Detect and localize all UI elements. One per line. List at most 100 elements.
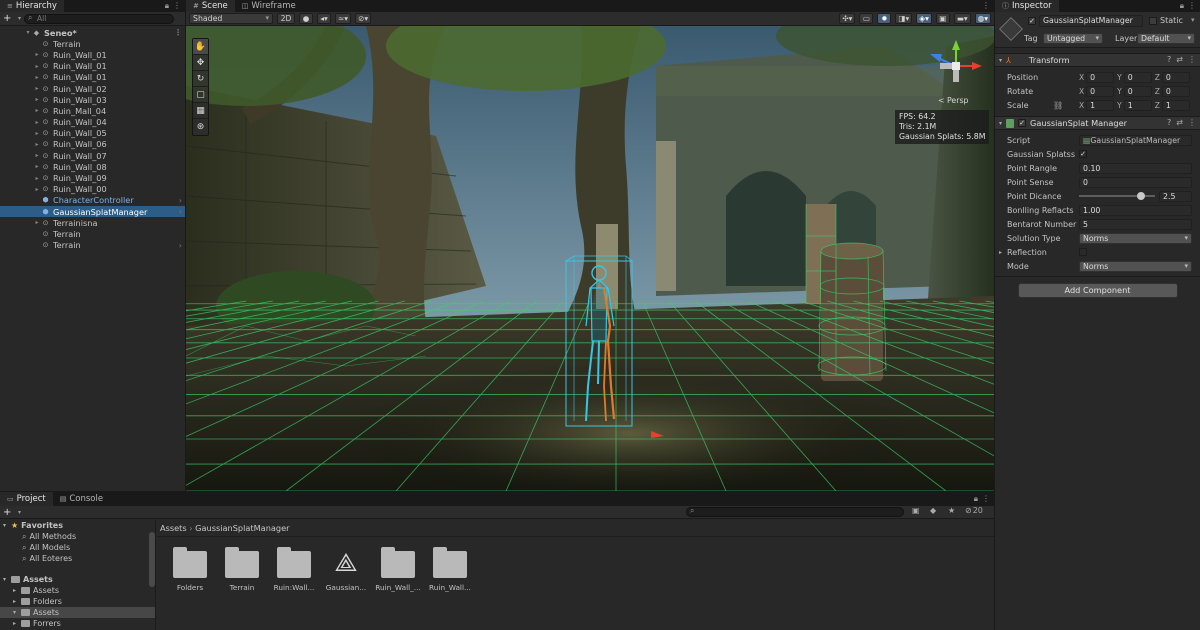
preset-icon[interactable]: ⇄ (1176, 118, 1183, 127)
lock-icon[interactable]: 🔒︎ (165, 0, 169, 12)
asset-tile[interactable]: Ruin_Wall_... (373, 547, 423, 592)
mode-dropdown[interactable]: Norms (1079, 260, 1192, 272)
transform-x-field[interactable]: 1 (1086, 99, 1115, 111)
kebab-menu-icon[interactable]: ⋮ (1188, 0, 1196, 12)
preset-icon[interactable]: ⇄ (1176, 55, 1183, 64)
hierarchy-search-input[interactable]: All (24, 13, 175, 24)
breadcrumb-current[interactable]: GaussianSplatManager (195, 523, 289, 533)
foldout-arrow-icon[interactable]: ▾ (3, 522, 11, 529)
chevron-right-icon[interactable]: › (179, 207, 182, 216)
transform-z-field[interactable]: 1 (1161, 99, 1190, 111)
tab-hierarchy[interactable]: ≡ Hierarchy (0, 0, 64, 12)
hand-tool-icon[interactable]: ✋ (193, 39, 208, 55)
static-checkbox[interactable] (1149, 17, 1157, 25)
hierarchy-item[interactable]: ▸ ⊙ Ruin_Wall_06 (0, 139, 185, 150)
hierarchy-item[interactable]: ⊙ Terrain (0, 228, 185, 239)
kebab-menu-icon[interactable]: ⋮ (982, 492, 990, 506)
point-distance-field[interactable]: 2.5 (1159, 190, 1192, 202)
gaussian-splat-header[interactable]: ▾ ✓ GaussianSplat Manager ? ⇄ ⋮ (995, 116, 1200, 130)
asset-tile[interactable]: Ruin_Wall... (425, 547, 475, 592)
kebab-menu-icon[interactable]: ⋮ (1188, 118, 1196, 127)
favorite-item[interactable]: ⌕ All Methods (0, 531, 155, 542)
active-checkbox[interactable]: ✓ (1028, 17, 1036, 25)
rect-tool-icon[interactable]: ▢ (193, 87, 208, 103)
asset-tile[interactable]: Terrain (217, 547, 267, 592)
foldout-arrow-icon[interactable]: ▸ (33, 152, 41, 159)
asset-tile[interactable]: Folders (165, 547, 215, 592)
lock-icon[interactable]: 🔒︎ (974, 492, 978, 506)
hidden-objects-button[interactable]: ⊘▾ (355, 13, 372, 24)
component-enabled-checkbox[interactable]: ✓ (1018, 119, 1027, 127)
hierarchy-item[interactable]: ▸ ⊙ Ruin_Wall_02 (0, 83, 185, 94)
project-search-input[interactable] (686, 507, 904, 517)
assets-root-row[interactable]: ▾ Assets (0, 574, 155, 585)
hierarchy-item[interactable]: ▸ ⊙ Ruin_Wall_05 (0, 128, 185, 139)
hierarchy-item[interactable]: ▸ ⊙ Ruin_Wall_01 (0, 72, 185, 83)
foldout-arrow-icon[interactable]: ▸ (13, 587, 21, 594)
foldout-arrow-icon[interactable]: ▸ (33, 141, 41, 148)
favorite-item[interactable]: ⌕ All Models (0, 542, 155, 553)
foldout-arrow-icon[interactable]: ▸ (33, 63, 41, 70)
solution-type-dropdown[interactable]: Norms (1079, 232, 1192, 244)
scene-camera-button[interactable]: ▣ (935, 13, 950, 24)
asset-tile[interactable]: Ruin:Wall... (269, 547, 319, 592)
foldout-arrow-icon[interactable]: ▾ (13, 609, 21, 616)
tab-project[interactable]: ▭ Project (0, 492, 53, 506)
foldout-arrow-icon[interactable]: ▾ (24, 29, 32, 36)
hierarchy-item[interactable]: ▸ ⊙ Ruin_Wall_01 (0, 61, 185, 72)
bonding-field[interactable]: 1.00 (1079, 204, 1192, 216)
breadcrumb-assets[interactable]: Assets (160, 523, 187, 533)
reflection-checkbox[interactable] (1079, 248, 1087, 256)
transform-y-field[interactable]: 0 (1123, 85, 1152, 97)
foldout-arrow-icon[interactable]: ▸ (33, 74, 41, 81)
object-name-field[interactable]: GaussianSplatManager (1039, 15, 1143, 27)
toggle-2d-button[interactable]: 2D (277, 13, 295, 24)
camera-button[interactable]: ▭ (859, 13, 874, 24)
point-distance-slider[interactable] (1079, 191, 1155, 201)
transform-y-field[interactable]: 1 (1123, 99, 1152, 111)
transform-z-field[interactable]: 0 (1161, 71, 1190, 83)
gizmos-button[interactable]: ◍▾ (974, 13, 991, 24)
scene-viewport[interactable]: ✋ ✥ ↻ ▢ ▦ ⊛ FPS: 64.2 Tris: 2.1M Gaussia… (186, 26, 994, 491)
foldout-arrow-icon[interactable]: ▾ (999, 57, 1002, 64)
transform-x-field[interactable]: 0 (1086, 85, 1115, 97)
lighting-toggle-button[interactable]: ● (299, 13, 313, 24)
foldout-arrow-icon[interactable]: ▸ (33, 85, 41, 92)
transform-y-field[interactable]: 0 (1123, 71, 1152, 83)
tag-dropdown[interactable]: Untagged (1043, 33, 1103, 44)
static-dropdown-icon[interactable]: ▾ (1191, 16, 1195, 24)
kebab-menu-icon[interactable]: ⋮ (174, 28, 182, 37)
label-filter-icon[interactable]: ◆ (930, 506, 936, 515)
foldout-arrow-icon[interactable]: ▸ (13, 598, 21, 605)
kebab-menu-icon[interactable]: ⋮ (1188, 55, 1196, 64)
asset-tile[interactable]: ⟁ Gaussian... (321, 548, 371, 592)
link-icon[interactable]: ⛓ (1053, 101, 1063, 110)
foldout-arrow-icon[interactable]: ▸ (33, 186, 41, 193)
add-dropdown-icon[interactable]: ▾ (18, 15, 21, 22)
chevron-right-icon[interactable]: › (179, 196, 182, 205)
audio-toggle-button[interactable]: ◂▾ (317, 13, 331, 24)
tab-console[interactable]: ▤ Console (53, 492, 110, 506)
favorite-item[interactable]: ⌕ All Eoteres (0, 553, 155, 564)
asset-tree-item[interactable]: ▸ Folders (0, 596, 155, 607)
foldout-arrow-icon[interactable]: ▸ (33, 175, 41, 182)
foldout-arrow-icon[interactable]: ▾ (999, 120, 1002, 127)
add-component-button[interactable]: Add Component (1017, 283, 1178, 298)
foldout-arrow-icon[interactable]: ▸ (33, 107, 41, 114)
hierarchy-item[interactable]: ▸ ⊙ Ruin_Wall_04 (0, 117, 185, 128)
slider-thumb[interactable] (1137, 192, 1146, 200)
hierarchy-item[interactable]: ▸ ⊙ Ruin_Wall_01 (0, 49, 185, 60)
search-filter-icon[interactable]: ▣ (912, 506, 920, 515)
favorites-row[interactable]: ▾ ★ Favorites (0, 520, 155, 531)
hierarchy-item[interactable]: ▸ ⊙ Ruin_Mall_04 (0, 105, 185, 116)
foldout-arrow-icon[interactable]: ▾ (3, 576, 11, 583)
point-sense-field[interactable]: 0 (1079, 176, 1192, 188)
bentarot-field[interactable]: 5 (1079, 218, 1192, 230)
foldout-arrow-icon[interactable]: ▸ (33, 119, 41, 126)
persp-label[interactable]: < Persp (938, 96, 968, 105)
effects-toggle-button[interactable]: ≈▾ (335, 13, 352, 24)
hierarchy-item[interactable]: ⊙ Terrain › (0, 240, 185, 251)
help-icon[interactable]: ? (1167, 55, 1171, 64)
foldout-arrow-icon[interactable]: ▸ (33, 219, 41, 226)
script-field[interactable]: ▤GaussianSplatManager (1079, 134, 1192, 146)
